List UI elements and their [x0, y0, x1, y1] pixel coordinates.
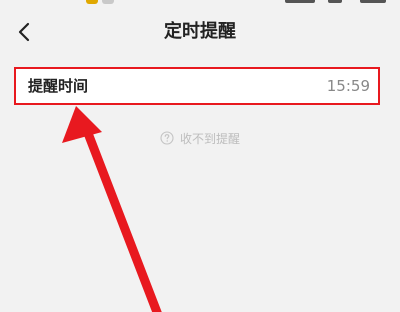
status-indicator: [102, 0, 114, 4]
signal-icon: [285, 0, 315, 3]
battery-icon: [360, 0, 386, 3]
nav-bar: 定时提醒: [0, 12, 400, 52]
reminder-time-row[interactable]: 提醒时间 15:59: [14, 67, 380, 105]
wifi-icon: [328, 0, 342, 3]
back-button[interactable]: [10, 18, 38, 46]
question-circle-icon: [160, 131, 174, 145]
status-indicator: [86, 0, 98, 4]
reminder-time-label: 提醒时间: [28, 77, 89, 95]
page-title: 定时提醒: [164, 21, 236, 42]
chevron-left-icon: [18, 22, 30, 42]
reminder-time-value: 15:59: [326, 77, 370, 95]
help-text: 收不到提醒: [179, 131, 240, 146]
cannot-receive-reminder-link[interactable]: 收不到提醒: [0, 128, 400, 148]
screen: 定时提醒 提醒时间 15:59 收不到提醒: [0, 0, 400, 312]
status-bar: [0, 0, 400, 6]
